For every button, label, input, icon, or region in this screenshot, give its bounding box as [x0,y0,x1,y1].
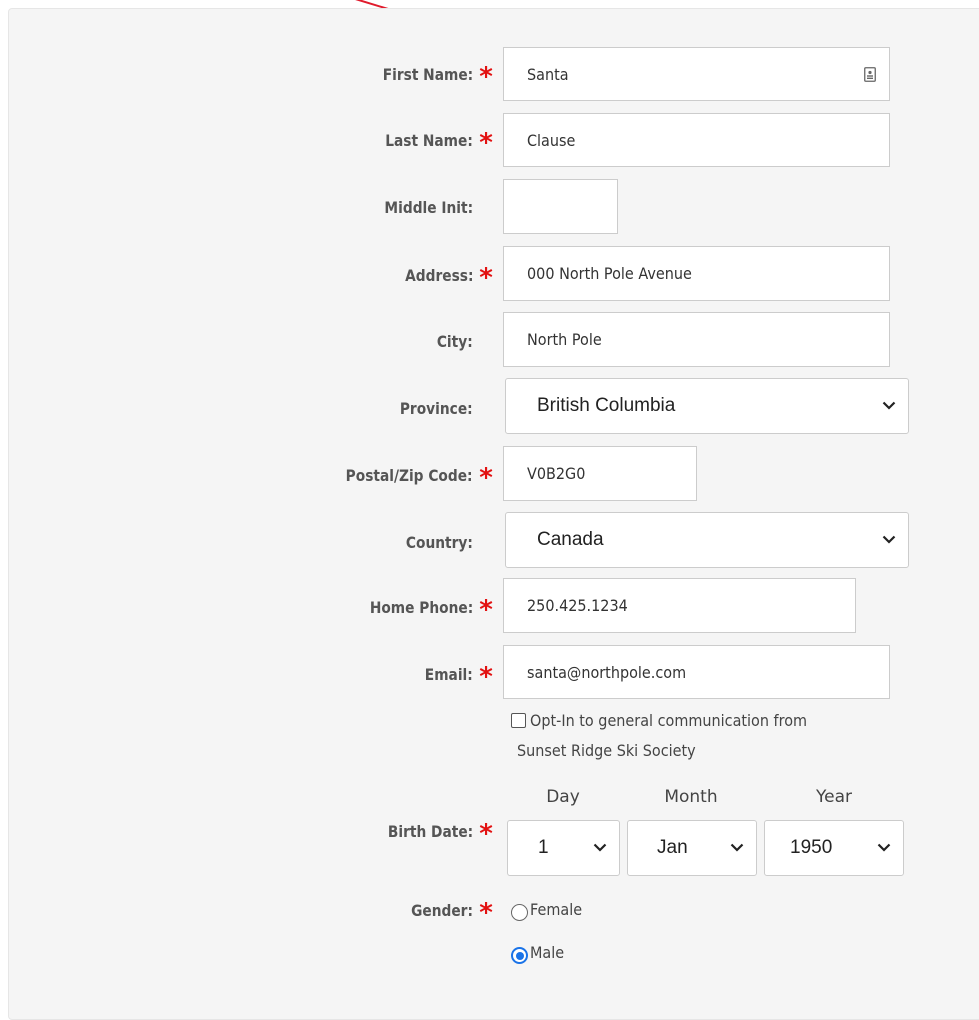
birth-date-label: Birth Date: [387,822,473,841]
gender-female-radio[interactable] [511,904,528,921]
required-star: * [479,128,493,158]
home-phone-input[interactable]: 250.425.1234 [503,578,856,633]
contact-card-icon[interactable] [864,67,876,82]
first-name-input[interactable]: Santa [503,47,890,101]
birth-year-value: 1950 [790,837,833,858]
birth-year-select[interactable]: 1950 [764,820,904,876]
month-header: Month [664,787,718,807]
province-value: British Columbia [537,395,676,416]
home-phone-value: 250.425.1234 [527,596,628,615]
required-star: * [479,595,493,625]
middle-init-label: Middle Init: [384,198,473,217]
last-name-input[interactable]: Clause [503,113,890,167]
address-input[interactable]: 000 North Pole Avenue [503,246,890,301]
city-input[interactable]: North Pole [503,312,890,367]
last-name-label: Last Name: [385,131,473,150]
birth-day-select[interactable]: 1 [507,820,620,876]
birth-month-value: Jan [657,837,688,858]
country-label: Country: [406,533,473,552]
email-label: Email: [425,665,473,684]
chevron-down-icon [882,401,896,410]
required-star: * [479,898,493,928]
opt-in-label-line2[interactable]: Sunset Ridge Ski Society [517,741,696,760]
home-phone-label: Home Phone: [369,598,473,617]
birth-day-value: 1 [538,837,549,858]
required-star: * [479,263,493,293]
postal-code-input[interactable]: V0B2G0 [503,446,697,501]
chevron-down-icon [593,843,607,852]
chevron-down-icon [882,535,896,544]
email-input[interactable]: santa@northpole.com [503,645,890,699]
gender-female-label[interactable]: Female [530,900,582,919]
middle-init-input[interactable] [503,179,618,234]
birth-month-select[interactable]: Jan [627,820,757,876]
country-value: Canada [537,529,604,550]
gender-male-radio[interactable] [511,947,528,964]
gender-label: Gender: [411,901,473,920]
chevron-down-icon [730,843,744,852]
email-value: santa@northpole.com [527,662,687,682]
opt-in-checkbox[interactable] [511,713,526,728]
province-select[interactable]: British Columbia [505,378,909,434]
required-star: * [479,62,493,92]
city-value: North Pole [527,330,602,349]
province-label: Province: [400,399,473,418]
address-value: 000 North Pole Avenue [527,264,692,283]
first-name-value: Santa [527,64,569,84]
gender-male-label[interactable]: Male [530,943,564,962]
last-name-value: Clause [527,130,576,150]
first-name-label: First Name: [382,65,473,84]
year-header: Year [816,787,852,807]
required-star: * [479,463,493,493]
country-select[interactable]: Canada [505,512,909,568]
address-label: Address: [404,266,473,285]
day-header: Day [546,787,580,807]
required-star: * [479,819,493,849]
city-label: City: [437,332,473,351]
opt-in-label-line1[interactable]: Opt-In to general communication from [530,711,807,730]
chevron-down-icon [877,843,891,852]
required-star: * [479,662,493,692]
postal-code-label: Postal/Zip Code: [346,466,473,485]
postal-code-value: V0B2G0 [527,464,586,483]
